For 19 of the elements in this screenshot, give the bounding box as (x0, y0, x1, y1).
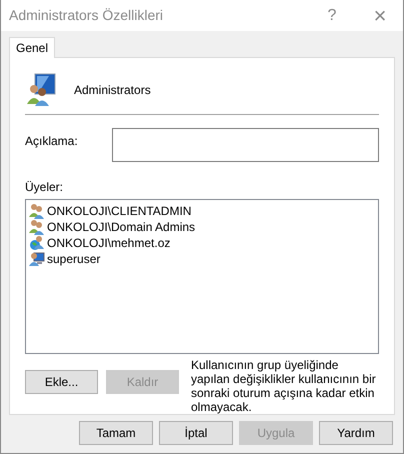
user-group-icon (29, 219, 45, 235)
members-label: Üyeler: (25, 179, 64, 196)
dialog-button[interactable]: İptal (159, 421, 233, 445)
tab[interactable]: Genel (9, 37, 56, 58)
member-item[interactable]: ONKOLOJI\mehmet.oz (47, 234, 170, 252)
dialog-button[interactable]: Yardım (319, 421, 393, 445)
member-item[interactable]: superuser (47, 250, 100, 268)
user-group-icon (29, 203, 45, 219)
window-title: Administrators Özellikleri (9, 6, 164, 25)
member-item[interactable]: ONKOLOJI\CLIENTADMIN (47, 202, 192, 220)
user-globe-icon (29, 235, 45, 251)
member-item[interactable]: ONKOLOJI\Domain Admins (47, 218, 196, 236)
dialog-button[interactable]: Tamam (79, 421, 153, 445)
dialog-button[interactable]: Ekle... (25, 370, 98, 394)
description-label: Açıklama: (25, 133, 79, 150)
membership-note: Kullanıcının grup üyeliğinde yapılan değişiklikler kullanıcının bir sonraki oturum açışına kadar etkin olmayacak. (191, 358, 377, 414)
description-field[interactable] (112, 128, 379, 162)
group-name: Administrators (74, 82, 151, 99)
computer-user-icon (29, 251, 45, 267)
